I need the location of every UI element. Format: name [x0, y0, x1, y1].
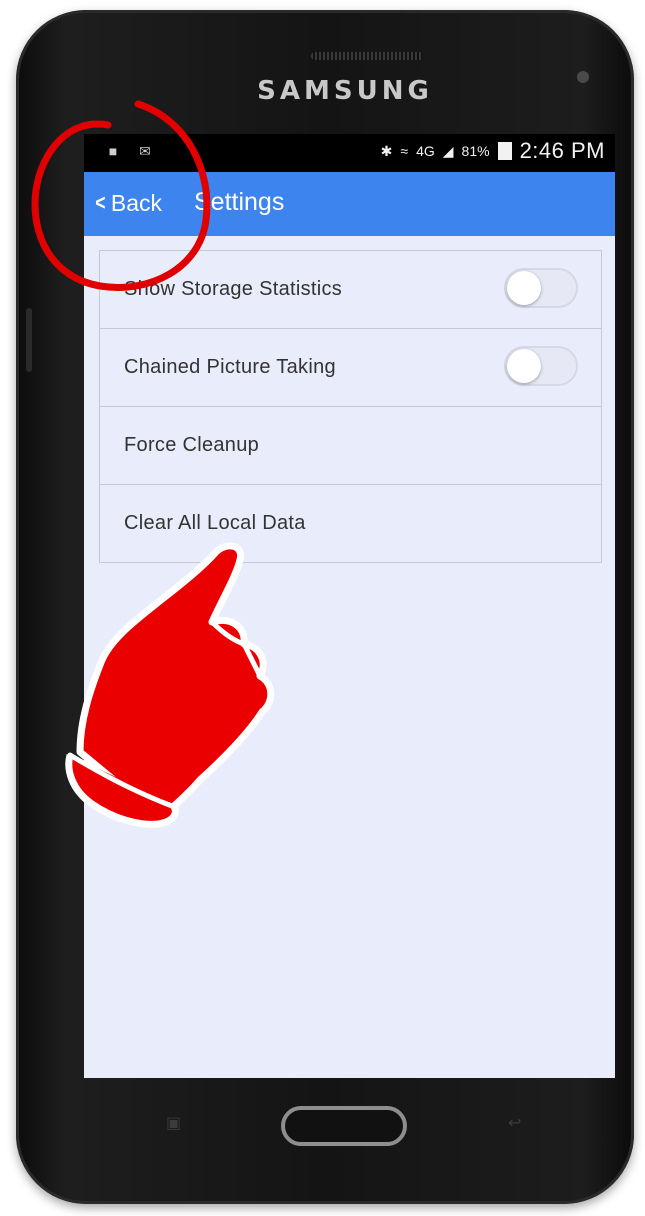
brand-logo: SAMSUNG: [257, 76, 433, 106]
home-button[interactable]: [281, 1106, 407, 1146]
email-icon: ✉: [139, 143, 151, 159]
storage-statistics-toggle[interactable]: [504, 268, 578, 308]
signal-icon: ◢: [442, 142, 454, 159]
photo-stage: SAMSUNG ■ ✉ ✱ ≈ 4G ◢ 81% 2:46 PM < Back …: [0, 0, 645, 1216]
back-label: Back: [110, 189, 162, 216]
status-time: 2:46 PM: [519, 138, 605, 163]
phone-screen: ■ ✉ ✱ ≈ 4G ◢ 81% 2:46 PM < Back Settings: [84, 134, 615, 1078]
back-softkey-icon[interactable]: ↩: [508, 1116, 532, 1132]
nfl-icon: ■: [108, 143, 118, 159]
setting-label: Clear All Local Data: [124, 512, 306, 534]
network-type: 4G: [416, 143, 435, 159]
chevron-left-icon: <: [95, 190, 106, 215]
system-status: ✱ ≈ 4G ◢ 81% 2:46 PM: [381, 138, 605, 164]
setting-show-storage-statistics[interactable]: Show Storage Statistics: [100, 251, 601, 329]
bluetooth-icon: ✱: [380, 142, 393, 159]
settings-list: Show Storage Statistics Chained Picture …: [99, 250, 602, 563]
setting-clear-all-local-data[interactable]: Clear All Local Data: [100, 485, 601, 562]
setting-label: Chained Picture Taking: [124, 356, 336, 378]
notification-icons: ■ ✉: [104, 142, 154, 160]
battery-percent: 81%: [461, 143, 490, 159]
setting-force-cleanup[interactable]: Force Cleanup: [100, 407, 601, 485]
back-button[interactable]: < Back: [94, 186, 162, 220]
earpiece-speaker: [311, 52, 423, 60]
setting-chained-picture-taking[interactable]: Chained Picture Taking: [100, 329, 601, 407]
wifi-icon: ≈: [400, 143, 409, 159]
toggle-knob: [507, 271, 541, 305]
front-camera: [577, 71, 589, 83]
setting-label: Show Storage Statistics: [124, 278, 343, 300]
page-title: Settings: [194, 188, 285, 216]
battery-icon: [497, 142, 512, 160]
toggle-knob: [507, 349, 541, 383]
setting-label: Force Cleanup: [124, 434, 260, 456]
menu-softkey-icon[interactable]: ▣: [166, 1116, 190, 1132]
chained-picture-toggle[interactable]: [504, 346, 578, 386]
app-bar: < Back Settings: [84, 172, 615, 236]
volume-button[interactable]: [26, 308, 32, 372]
status-bar: ■ ✉ ✱ ≈ 4G ◢ 81% 2:46 PM: [84, 134, 615, 172]
